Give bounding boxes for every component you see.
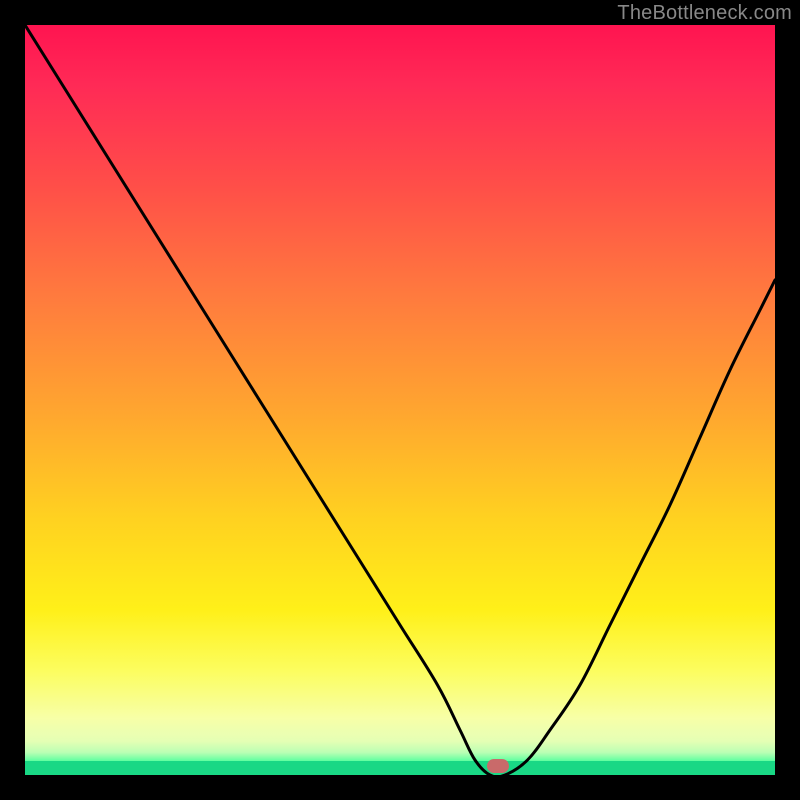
chart-frame: TheBottleneck.com [0, 0, 800, 800]
bottleneck-curve-svg [25, 25, 775, 775]
watermark-text: TheBottleneck.com [617, 2, 792, 25]
bottleneck-curve-path [25, 25, 775, 775]
minimum-marker [487, 759, 509, 773]
plot-area [25, 25, 775, 775]
